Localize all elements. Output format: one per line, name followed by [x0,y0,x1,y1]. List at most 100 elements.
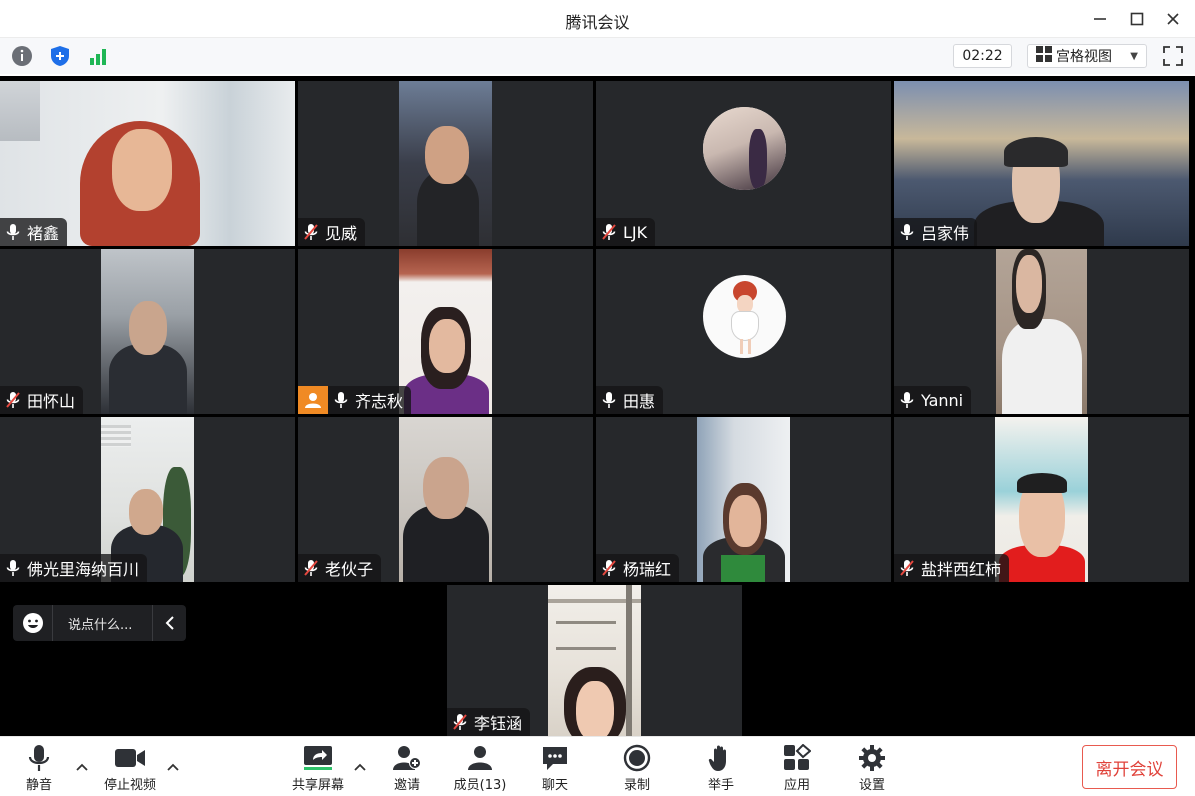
add-user-icon [392,743,422,772]
participant-tile[interactable]: 田怀山 [0,249,295,414]
grid-view-icon [1036,46,1052,66]
record-button[interactable]: 录制 [602,743,672,793]
record-label: 录制 [623,778,650,793]
stop-video-button[interactable]: 停止视频 [95,743,165,793]
meeting-timer: 02:22 [953,44,1012,68]
participant-video [996,249,1087,414]
emoji-icon[interactable] [13,605,53,641]
stop-video-label: 停止视频 [103,778,156,793]
microphone-icon [4,558,22,578]
members-icon [465,743,495,772]
settings-label: 设置 [858,778,885,793]
chevron-up-icon[interactable] [75,759,89,773]
participant-nametag: 杨瑞红 [596,554,680,582]
chat-button[interactable]: 聊天 [520,743,590,793]
microphone-icon [4,222,22,242]
participant-nametag: Yanni [894,386,972,414]
mute-label: 静音 [25,778,52,793]
meeting-info-bar: 02:22 宫格视图 ▼ [0,38,1195,74]
invite-label: 邀请 [393,778,420,793]
participant-nametag: LJK [596,218,656,246]
participant-tile[interactable]: 盐拌西红柿 [894,417,1189,582]
fullscreen-button[interactable] [1161,44,1185,68]
participant-tile[interactable]: 佛光里海纳百川 [0,417,295,582]
share-screen-button[interactable]: 共享屏幕 [283,743,353,793]
participant-tile[interactable]: 齐志秋 [298,249,593,414]
raise-hand-button[interactable]: 举手 [686,743,756,793]
chevron-up-icon[interactable] [166,759,180,773]
participant-nametag: 李钰涵 [447,708,531,736]
participant-name: Yanni [921,390,964,410]
members-button[interactable]: 成员(13) [445,743,515,793]
participant-nametag: 田怀山 [0,386,84,414]
microphone-muted-icon [302,558,320,578]
mute-button[interactable]: 静音 [4,743,74,793]
participant-name: 见威 [325,224,358,243]
microphone-icon [332,390,350,410]
participant-tile[interactable]: 李钰涵 [447,585,742,736]
security-shield-icon[interactable] [48,44,72,68]
settings-button[interactable]: 设置 [837,743,907,793]
close-button[interactable] [1161,8,1185,30]
microphone-muted-icon [600,222,618,242]
participant-nametag: 齐志秋 [328,386,412,414]
raise-hand-label: 举手 [707,778,734,793]
participant-name: 盐拌西红柿 [921,560,1002,579]
participant-name: 田惠 [623,392,656,411]
participant-nametag: 田惠 [596,386,664,414]
participant-tile[interactable]: 老伙子 [298,417,593,582]
participant-video [697,417,790,582]
chat-placeholder[interactable]: 说点什么... [53,614,152,633]
participant-name: 吕家伟 [921,224,970,243]
participant-nametag: 褚鑫 [0,218,68,246]
participant-nametag: 盐拌西红柿 [894,554,1010,582]
participant-tile[interactable]: LJK [596,81,891,246]
view-mode-label: 宫格视图 [1056,49,1112,65]
participant-video [399,417,492,582]
participant-video [399,249,492,414]
chat-label: 聊天 [541,778,568,793]
signal-strength-icon[interactable] [86,44,110,68]
participant-tile[interactable]: 杨瑞红 [596,417,891,582]
participant-nametag: 吕家伟 [894,218,978,246]
participant-name: 李钰涵 [474,714,523,733]
chevron-left-icon[interactable] [152,605,186,641]
participant-tile[interactable]: Yanni [894,249,1189,414]
participant-video [995,417,1088,582]
maximize-button[interactable] [1125,8,1149,30]
participant-name: 褚鑫 [27,224,60,243]
chat-bubble-icon [541,743,569,772]
title-bar: 腾讯会议 [0,0,1195,38]
participant-tile[interactable]: 见威 [298,81,593,246]
view-mode-select[interactable]: 宫格视图 ▼ [1027,44,1147,68]
invite-button[interactable]: 邀请 [372,743,442,793]
participant-name: 佛光里海纳百川 [27,560,140,579]
participant-tile[interactable]: 田惠 [596,249,891,414]
microphone-icon [898,222,916,242]
participant-video [548,585,641,736]
info-icon[interactable] [10,44,34,68]
chat-quick-input[interactable]: 说点什么... [13,605,186,641]
participant-name: 齐志秋 [355,392,404,411]
participant-video [101,249,194,414]
meeting-toolbar: 静音 停止视频 共享屏幕 邀请 成员(13) 聊天 录制 举手 应用 设置 离开… [0,736,1195,796]
participant-tile-active-speaker[interactable]: 吕家伟 [894,81,1189,246]
participant-nametag: 老伙子 [298,554,382,582]
microphone-muted-icon [302,222,320,242]
microphone-muted-icon [451,712,469,732]
participant-avatar [703,107,786,190]
participant-nametag: 见威 [298,218,366,246]
microphone-muted-icon [898,558,916,578]
participant-name: 老伙子 [325,560,374,579]
video-camera-icon [114,743,146,772]
participant-tile[interactable]: 褚鑫 [0,81,295,246]
apps-button[interactable]: 应用 [762,743,832,793]
gear-icon [858,743,886,772]
microphone-icon [898,390,916,410]
minimize-button[interactable] [1088,8,1112,30]
participant-nametag: 佛光里海纳百川 [0,554,148,582]
participant-video [399,81,492,246]
chevron-up-icon[interactable] [353,759,367,773]
leave-meeting-button[interactable]: 离开会议 [1082,745,1177,789]
user-avatar-icon [298,386,328,414]
